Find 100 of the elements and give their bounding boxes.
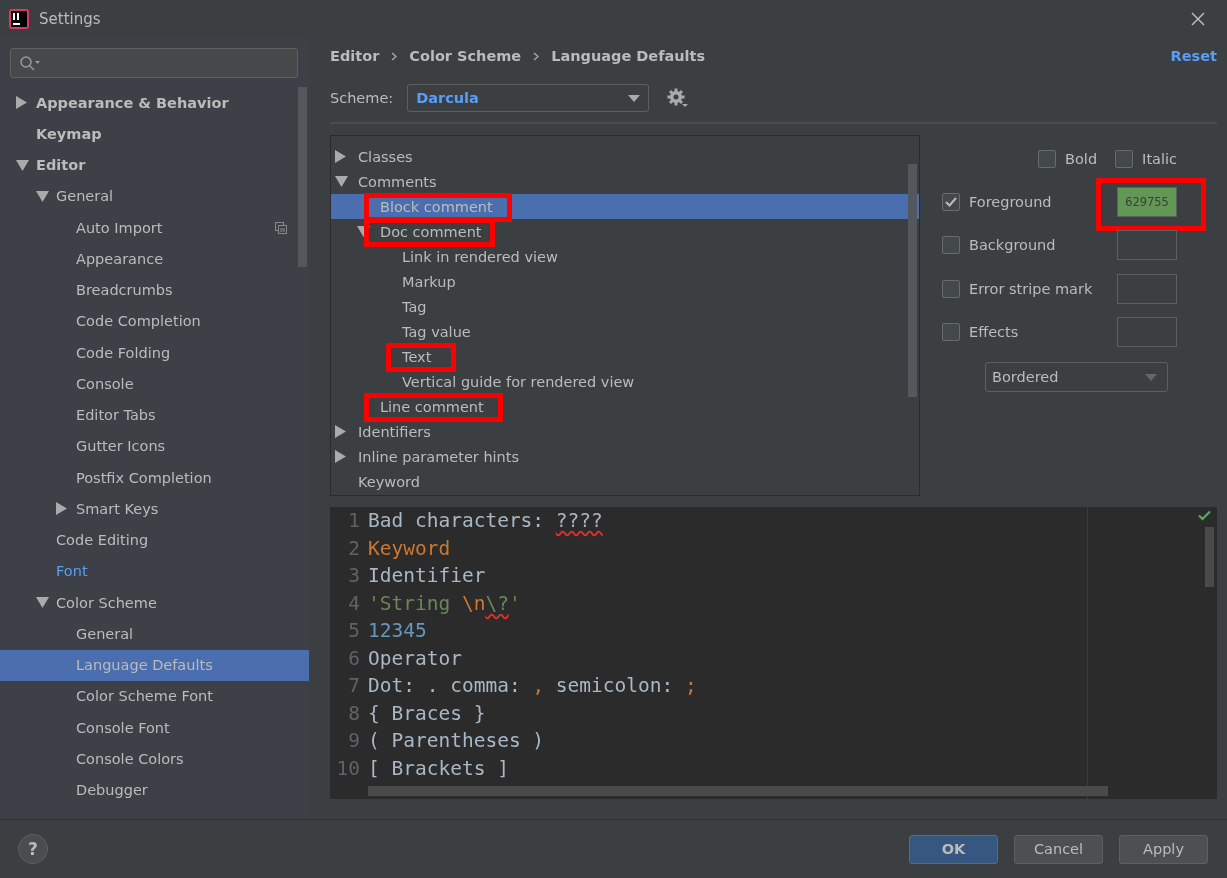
breadcrumb-item[interactable]: Language Defaults bbox=[551, 48, 706, 64]
sidebar-item[interactable]: Auto Import bbox=[0, 212, 309, 244]
scrollbar[interactable] bbox=[908, 164, 917, 397]
line-number: 6 bbox=[347, 646, 360, 670]
settings-icon[interactable] bbox=[667, 88, 690, 108]
sidebar-item[interactable]: Console Font bbox=[0, 712, 309, 744]
caret-right-icon[interactable] bbox=[56, 502, 67, 516]
tree-item[interactable]: Keyword bbox=[331, 469, 919, 494]
line-number: 1 bbox=[347, 509, 360, 533]
line-number: 10 bbox=[335, 756, 360, 780]
code-line: Dot: . comma: , semicolon: ; bbox=[368, 674, 697, 698]
tree-item[interactable]: Inline parameter hints bbox=[331, 444, 919, 469]
scheme-dropdown[interactable]: Darcula bbox=[407, 84, 650, 112]
caret-down-icon[interactable] bbox=[36, 597, 49, 609]
code-line: [ Brackets ] bbox=[368, 756, 509, 780]
code-line: Operator bbox=[368, 646, 462, 670]
sidebar-item[interactable]: Console Colors bbox=[0, 743, 309, 775]
checkbox[interactable]: Error stripe mark bbox=[942, 279, 1093, 298]
caret-down-icon[interactable] bbox=[36, 190, 49, 202]
help-button[interactable]: ? bbox=[18, 834, 48, 864]
checkbox[interactable]: Italic bbox=[1115, 150, 1177, 168]
checkbox[interactable]: Bold bbox=[1038, 150, 1098, 168]
sidebar-item[interactable]: Breadcrumbs bbox=[0, 274, 309, 306]
caret-right-icon[interactable] bbox=[335, 150, 346, 163]
tree-item[interactable]: Tag bbox=[331, 294, 919, 319]
close-icon[interactable] bbox=[1191, 11, 1205, 26]
reset-link[interactable]: Reset bbox=[1170, 48, 1217, 64]
sidebar-item[interactable]: Code Folding bbox=[0, 337, 309, 369]
caret-right-icon[interactable] bbox=[335, 425, 346, 438]
line-number: 7 bbox=[347, 674, 360, 698]
tree-item[interactable]: Vertical guide for rendered view bbox=[331, 369, 919, 394]
checkbox[interactable]: Effects bbox=[942, 323, 1019, 342]
code-line: 12345 bbox=[368, 619, 427, 643]
tree-item[interactable]: Markup bbox=[331, 269, 919, 294]
checkbox[interactable]: Background bbox=[942, 236, 1056, 255]
tree-item[interactable]: Tag value bbox=[331, 319, 919, 344]
sidebar-item[interactable]: General bbox=[0, 180, 309, 212]
sidebar-item[interactable]: Code Editing bbox=[0, 524, 309, 556]
tree-item[interactable]: Text bbox=[331, 344, 919, 369]
chevron-right-icon bbox=[391, 51, 398, 61]
caret-down-icon[interactable] bbox=[357, 226, 370, 237]
breadcrumb-item[interactable]: Color Scheme bbox=[409, 48, 522, 64]
caret-down-icon[interactable] bbox=[335, 176, 348, 187]
sidebar-item[interactable]: Color Scheme bbox=[0, 587, 309, 619]
caret-right-icon[interactable] bbox=[16, 96, 27, 110]
dropdown-arrow-icon bbox=[1145, 373, 1157, 381]
sidebar-item[interactable]: Editor Tabs bbox=[0, 399, 309, 431]
sidebar-item[interactable]: Keymap bbox=[0, 118, 309, 150]
code-line: Bad characters: ???? bbox=[368, 509, 603, 533]
dialog-button[interactable]: Apply bbox=[1119, 834, 1208, 864]
sidebar-item[interactable]: General bbox=[0, 618, 309, 650]
search-icon bbox=[19, 55, 41, 71]
color-swatch[interactable] bbox=[1117, 230, 1177, 261]
sidebar-item[interactable]: Postfix Completion bbox=[0, 462, 309, 494]
window-title: Settings bbox=[39, 9, 101, 28]
checkmark-icon bbox=[1198, 510, 1211, 521]
sidebar-item[interactable]: Appearance & Behavior bbox=[0, 87, 309, 119]
app-logo-icon bbox=[9, 8, 29, 29]
effects-dropdown[interactable]: Bordered bbox=[985, 362, 1168, 392]
tree-item[interactable]: Identifiers bbox=[331, 419, 919, 444]
sidebar-item[interactable]: Debugger bbox=[0, 774, 309, 806]
annotation-box bbox=[386, 343, 457, 372]
scheme-label: Scheme: bbox=[330, 90, 394, 106]
dialog-button[interactable]: Cancel bbox=[1014, 834, 1103, 864]
breadcrumb-item[interactable]: Editor bbox=[330, 48, 380, 64]
tree-item[interactable]: Line comment bbox=[331, 394, 919, 419]
checkmark-icon bbox=[945, 196, 957, 207]
dropdown-arrow-icon bbox=[628, 94, 641, 102]
tree-item[interactable]: Link in rendered view bbox=[331, 244, 919, 269]
line-number: 8 bbox=[347, 701, 360, 725]
scrollbar[interactable] bbox=[368, 786, 1108, 796]
tree-item[interactable]: Comments bbox=[331, 169, 919, 194]
sidebar-item[interactable]: Color Scheme Font bbox=[0, 680, 309, 712]
color-swatch[interactable]: 629755 bbox=[1117, 186, 1177, 217]
caret-down-icon[interactable] bbox=[16, 159, 29, 171]
sidebar-item[interactable]: Editor bbox=[0, 149, 309, 181]
tree-item[interactable]: Doc comment bbox=[331, 219, 919, 244]
sidebar-item[interactable]: Smart Keys bbox=[0, 493, 309, 525]
sidebar-item[interactable]: Appearance bbox=[0, 243, 309, 275]
code-line: Identifier bbox=[368, 564, 486, 588]
dialog-button[interactable]: OK bbox=[909, 834, 998, 864]
scrollbar[interactable] bbox=[1205, 527, 1214, 587]
sidebar-item[interactable]: Code Completion bbox=[0, 305, 309, 337]
search-field[interactable] bbox=[10, 48, 298, 78]
color-swatch[interactable] bbox=[1117, 273, 1177, 304]
line-number: 2 bbox=[347, 536, 360, 560]
chevron-right-icon bbox=[533, 51, 540, 61]
line-number: 3 bbox=[347, 564, 360, 588]
color-swatch[interactable] bbox=[1117, 317, 1177, 348]
sidebar-item[interactable]: Font bbox=[0, 555, 309, 587]
line-number: 5 bbox=[347, 619, 360, 643]
sidebar-item[interactable]: Console bbox=[0, 368, 309, 400]
tree-item[interactable]: Classes bbox=[331, 144, 919, 169]
checkbox[interactable]: Foreground bbox=[942, 192, 1052, 211]
code-line: 'String \n\?' bbox=[368, 591, 521, 615]
code-line: ( Parentheses ) bbox=[368, 729, 545, 753]
code-line: { Braces } bbox=[368, 701, 486, 725]
line-number: 4 bbox=[347, 591, 360, 615]
sidebar-item[interactable]: Gutter Icons bbox=[0, 430, 309, 462]
caret-right-icon[interactable] bbox=[335, 450, 346, 463]
